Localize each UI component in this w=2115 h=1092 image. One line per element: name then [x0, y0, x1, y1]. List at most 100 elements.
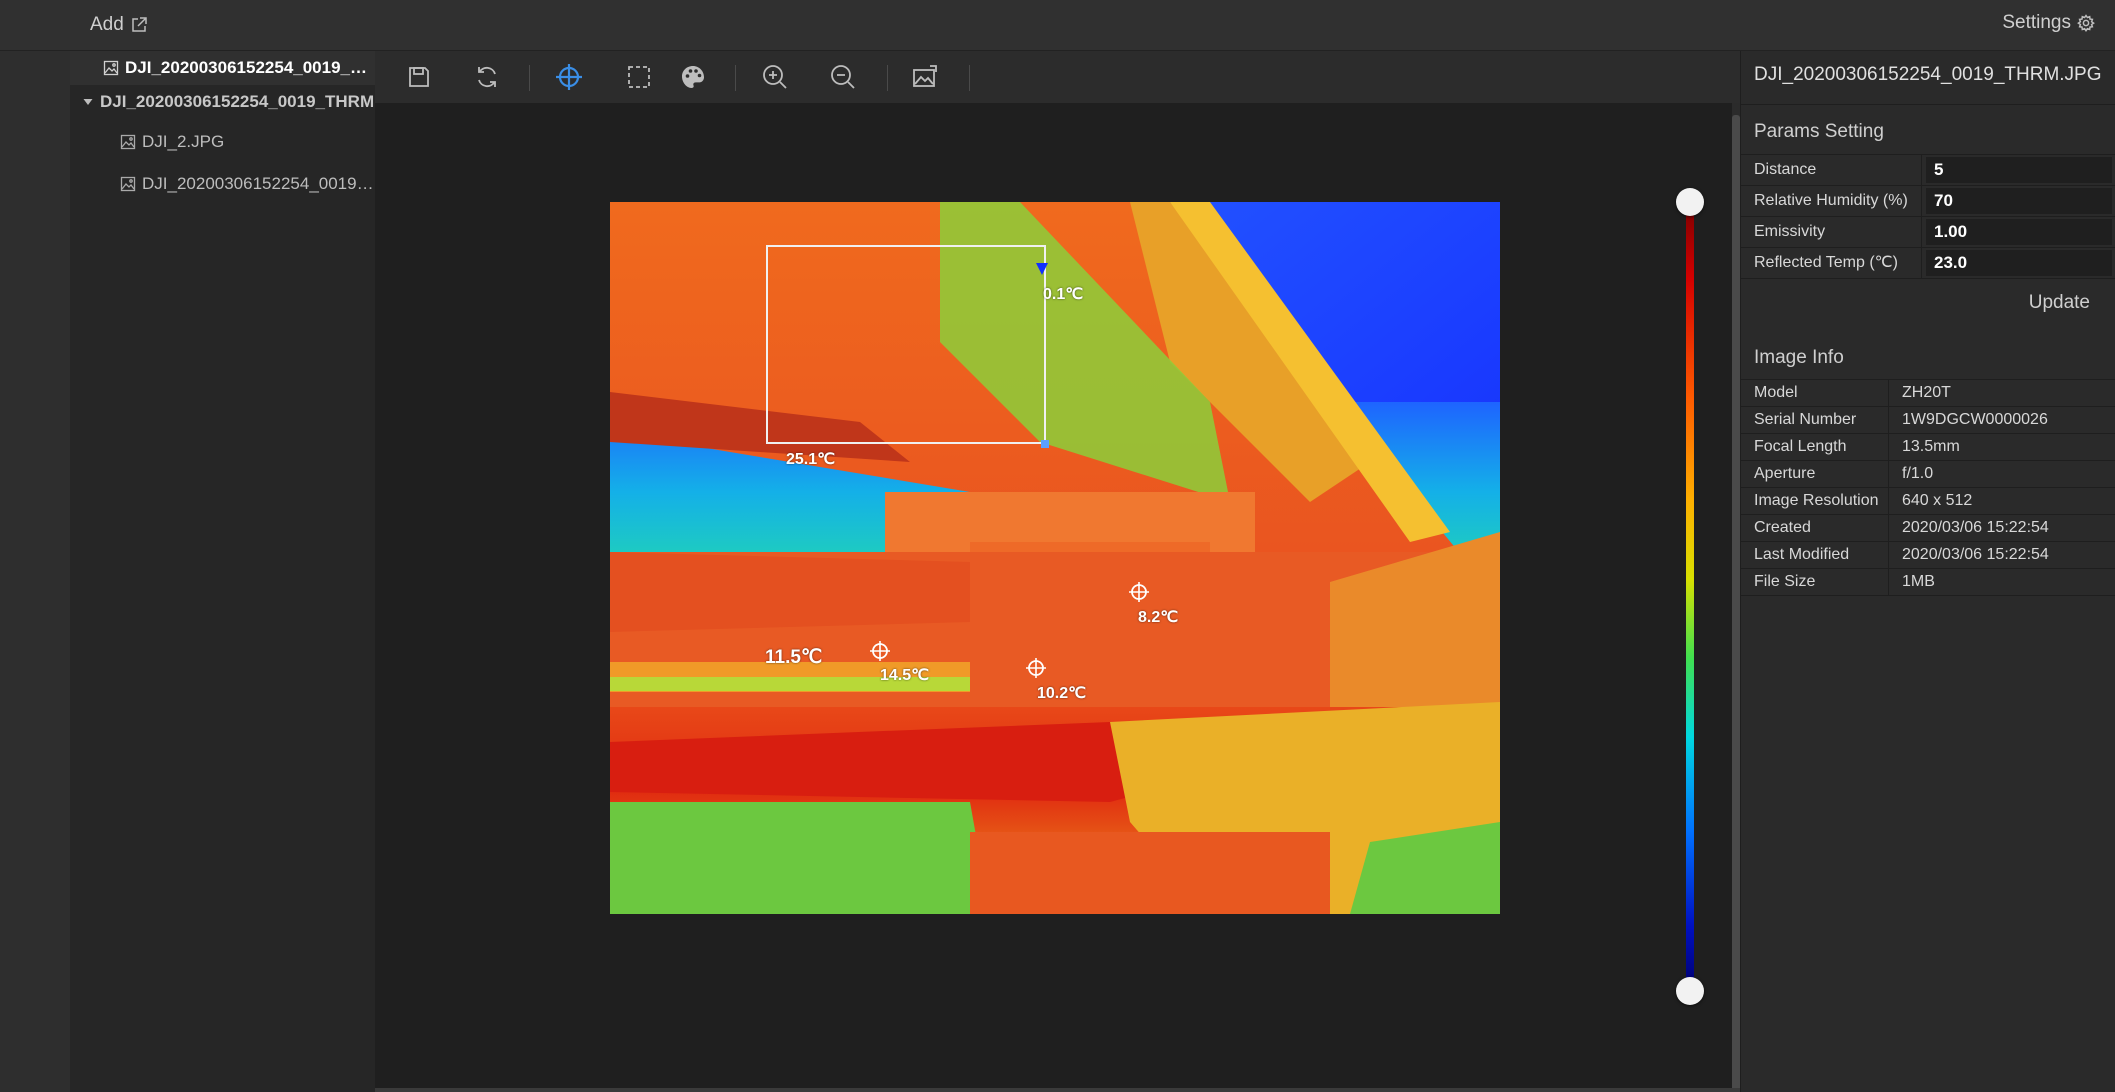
image-info-section-title: Image Info — [1754, 347, 1844, 368]
area-measure-button[interactable] — [621, 59, 657, 95]
external-link-icon — [132, 17, 147, 32]
image-icon — [120, 176, 136, 192]
params-table: Distance 5 Relative Humidity (%) 70 Emis… — [1741, 154, 2115, 279]
settings-label: Settings — [2002, 12, 2071, 33]
resize-handle[interactable] — [1041, 440, 1049, 448]
panel-file-title: DJI_20200306152254_0019_THRM.JPG — [1754, 64, 2102, 85]
min-marker-icon — [1036, 263, 1048, 275]
palette-button[interactable] — [675, 59, 711, 95]
zoom-in-button[interactable] — [757, 59, 793, 95]
info-row: File Size 1MB — [1741, 569, 2115, 596]
export-image-button[interactable] — [907, 59, 943, 95]
info-row: Last Modified 2020/03/06 15:22:54 — [1741, 542, 2115, 569]
param-key: Reflected Temp (℃) — [1741, 248, 1922, 278]
info-value: 1W9DGCW0000026 — [1902, 411, 2048, 428]
save-icon — [409, 67, 429, 87]
divider — [1741, 104, 2115, 105]
info-value: 2020/03/06 15:22:54 — [1902, 519, 2049, 536]
point-measure-icon — [556, 64, 582, 90]
info-row: Image Resolution 640 x 512 — [1741, 488, 2115, 515]
palette-icon — [682, 66, 704, 88]
humidity-input[interactable]: 70 — [1926, 188, 2112, 214]
info-row: Aperture f/1.0 — [1741, 461, 2115, 488]
tree-item-folder[interactable]: DJI_20200306152254_0019_THRM — [70, 85, 375, 119]
toolbar-separator — [969, 65, 970, 91]
file-tree-sidebar: DJI_20200306152254_0019_THRM.JPG DJI_202… — [70, 51, 375, 1092]
param-row: Emissivity 1.00 — [1741, 217, 2115, 248]
left-strip — [0, 51, 70, 1092]
tree-item-thermal-copy[interactable]: DJI_20200306152254_0019_THRM.JPG — [70, 167, 375, 201]
info-row: Model ZH20T — [1741, 380, 2115, 407]
info-value: 1MB — [1902, 573, 1935, 590]
image-toolbar — [375, 51, 1740, 103]
tree-item-label: DJI_20200306152254_0019_THRM.JPG — [125, 58, 375, 77]
spot-crosshair-icon[interactable] — [1025, 657, 1047, 679]
info-value: 13.5mm — [1902, 438, 1960, 455]
distance-input[interactable]: 5 — [1926, 157, 2112, 183]
add-label: Add — [90, 14, 124, 35]
info-key: Aperture — [1741, 461, 1889, 487]
image-info-table: Model ZH20T Serial Number 1W9DGCW0000026 F… — [1741, 379, 2115, 596]
box-max-label: 0.1℃ — [1043, 286, 1084, 303]
info-value: f/1.0 — [1902, 465, 1934, 482]
box-min-label: 25.1℃ — [786, 451, 836, 468]
tree-item-visible-image[interactable]: DJI_2.JPG — [70, 125, 375, 159]
info-key: Last Modified — [1741, 542, 1889, 568]
info-key: Focal Length — [1741, 434, 1889, 460]
info-row: Focal Length 13.5mm — [1741, 434, 2115, 461]
param-key: Emissivity — [1741, 217, 1922, 247]
point-measure-button[interactable] — [551, 59, 587, 95]
tree-item-label: DJI_20200306152254_0019_THRM.JPG — [142, 174, 375, 193]
scale-max-handle[interactable] — [1676, 188, 1704, 216]
spot-2-label: 10.2℃ — [1037, 685, 1087, 702]
export-image-icon — [913, 65, 937, 87]
tree-item-label: DJI_2.JPG — [142, 132, 225, 151]
properties-panel: DJI_20200306152254_0019_THRM.JPG Params … — [1740, 51, 2115, 1092]
info-key: Model — [1741, 380, 1889, 406]
emissivity-input[interactable]: 1.00 — [1926, 219, 2112, 245]
info-value: 2020/03/06 15:22:54 — [1902, 546, 2049, 563]
image-icon — [120, 134, 136, 150]
thermal-image[interactable]: 0.1℃ 25.1℃ 11.5℃ 14.5℃ 10.2℃ 8.2℃ — [610, 202, 1500, 914]
add-button[interactable]: Add — [90, 14, 148, 36]
canvas-scrollbar[interactable] — [1732, 115, 1740, 1092]
zoom-out-icon — [831, 65, 855, 89]
param-row: Distance 5 — [1741, 155, 2115, 186]
tree-item-thermal-image[interactable]: DJI_20200306152254_0019_THRM.JPG — [70, 51, 375, 85]
info-key: Serial Number — [1741, 407, 1889, 433]
tree-item-label: DJI_20200306152254_0019_THRM — [100, 92, 375, 111]
spot-crosshair-icon[interactable] — [1128, 581, 1150, 603]
info-row: Serial Number 1W9DGCW0000026 — [1741, 407, 2115, 434]
spot-3-label: 8.2℃ — [1138, 609, 1179, 626]
top-bar: Add Settings — [0, 0, 2115, 51]
save-button[interactable] — [401, 59, 437, 95]
info-key: Image Resolution — [1741, 488, 1889, 514]
toolbar-separator — [735, 65, 736, 91]
zoom-out-button[interactable] — [825, 59, 861, 95]
param-row: Reflected Temp (℃) 23.0 — [1741, 248, 2115, 279]
info-value: ZH20T — [1902, 384, 1951, 401]
update-button[interactable]: Update — [2029, 292, 2090, 314]
scale-min-handle[interactable] — [1676, 977, 1704, 1005]
temperature-scale-bar — [1686, 200, 1694, 990]
measure-box[interactable] — [766, 245, 1046, 444]
info-row: Created 2020/03/06 15:22:54 — [1741, 515, 2115, 542]
info-key: Created — [1741, 515, 1889, 541]
reflected-temp-input[interactable]: 23.0 — [1926, 250, 2112, 276]
spot-1-label: 14.5℃ — [880, 667, 930, 684]
caret-down-icon[interactable] — [82, 96, 94, 108]
refresh-button[interactable] — [469, 59, 505, 95]
params-section-title: Params Setting — [1754, 121, 1884, 142]
toolbar-separator — [887, 65, 888, 91]
area-measure-icon — [628, 66, 650, 88]
refresh-icon — [478, 66, 496, 88]
settings-button[interactable]: Settings — [2002, 12, 2095, 34]
gear-icon — [2077, 14, 2095, 32]
info-value: 640 x 512 — [1902, 492, 1973, 509]
thermal-image-content — [610, 202, 1500, 914]
param-key: Relative Humidity (%) — [1741, 186, 1922, 216]
spot-crosshair-icon[interactable] — [869, 640, 891, 662]
info-key: File Size — [1741, 569, 1889, 595]
param-row: Relative Humidity (%) 70 — [1741, 186, 2115, 217]
zoom-in-icon — [763, 65, 787, 89]
